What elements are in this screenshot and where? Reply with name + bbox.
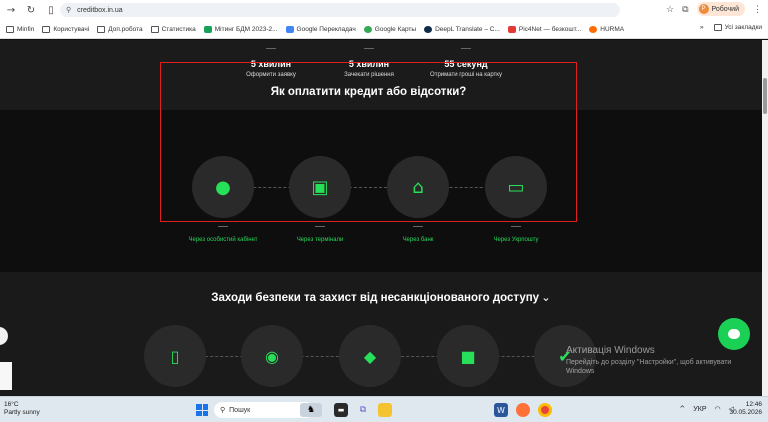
site-info-icon[interactable]: ⚲ — [66, 6, 71, 14]
user-circle-icon: ● — [215, 176, 231, 198]
wifi-icon[interactable]: ◠ — [715, 405, 721, 413]
profile-label: Робочий — [711, 5, 739, 13]
address-bar[interactable]: ⚲ creditbox.in.ua — [60, 3, 620, 17]
bookmark-users[interactable]: Користувачі — [42, 25, 89, 33]
chrome-icon[interactable] — [538, 403, 552, 417]
bookmark-deepl[interactable]: DeepL Translate – C... — [424, 25, 500, 33]
language-indicator[interactable]: УКР — [693, 406, 706, 413]
profile-button[interactable]: P Робочий — [696, 2, 745, 16]
bookmark-maps[interactable]: Google Карты — [363, 25, 416, 33]
terminal-icon: ▣ — [311, 176, 329, 198]
reload-icon[interactable]: ↻ — [24, 3, 38, 17]
translate-icon — [285, 25, 294, 33]
chat-button[interactable] — [718, 318, 750, 350]
divider — [413, 226, 423, 227]
menu-icon[interactable]: ⋮ — [753, 4, 762, 15]
security-item: ■ — [437, 325, 499, 387]
folder-icon — [97, 25, 106, 33]
bookmark-extra-work[interactable]: Доп.робота — [97, 25, 143, 33]
word-icon[interactable]: W — [494, 403, 508, 417]
start-button[interactable] — [196, 404, 208, 416]
pay-method-bank[interactable]: ⌂ — [387, 156, 449, 218]
divider — [364, 48, 374, 49]
scrollbar-thumb[interactable] — [763, 78, 767, 114]
avatar: P — [698, 4, 709, 14]
sheet-icon — [203, 25, 212, 33]
divider — [315, 226, 325, 227]
laptop-icon: ▭ — [507, 176, 525, 198]
folder-icon — [150, 25, 159, 33]
pic4net-icon — [507, 25, 516, 33]
payment-title: Як оплатити кредит або відсотки? — [270, 86, 467, 98]
bookmark-hurma[interactable]: HURMA — [589, 25, 624, 33]
system-tray: ^ УКР ◠ ◁ — [679, 405, 734, 413]
folder-icon — [6, 25, 14, 33]
windows-taskbar: 16°C Partly sunny ⚲ Пошук ♞ ▬ ⧉ W ^ УКР … — [0, 396, 768, 422]
back-icon[interactable]: → — [4, 3, 18, 17]
chevron-down-icon: ⌄ — [541, 292, 551, 304]
security-item: ▯ — [144, 325, 206, 387]
pay-method-terminal[interactable]: ▣ — [289, 156, 351, 218]
chevron-up-icon[interactable]: ^ — [679, 405, 685, 413]
divider — [511, 226, 521, 227]
pay-method-label[interactable]: Через особистий кабінет — [188, 237, 258, 244]
bookmarks-overflow-button[interactable]: » — [700, 24, 704, 31]
taskbar-search[interactable]: ⚲ Пошук — [214, 402, 314, 418]
bookmark-pic4net[interactable]: Pic4Net — безкошт... — [507, 25, 581, 33]
all-bookmarks-button[interactable]: Усі закладки — [713, 24, 762, 31]
clock[interactable]: 12:46 30.05.2026 — [729, 401, 762, 417]
deepl-icon — [424, 25, 433, 33]
bookmark-star-icon[interactable]: ☆ — [666, 4, 674, 15]
folder-icon — [42, 25, 51, 33]
url-text: creditbox.in.ua — [77, 6, 123, 14]
pay-method-label[interactable]: Через банк — [383, 237, 453, 244]
file-explorer-icon[interactable] — [378, 403, 392, 417]
diamond-icon: ◆ — [363, 346, 377, 366]
split-view-icon[interactable]: ▯ — [44, 3, 58, 17]
pay-method-ukrposhta[interactable]: ▭ — [485, 156, 547, 218]
hurma-icon — [589, 25, 598, 33]
shield-badge-icon: ◉ — [265, 346, 279, 366]
bookmark-translate[interactable]: Google Перекладач — [285, 25, 356, 33]
security-title[interactable]: Заходи безпеки та захист від несанкціоно… — [0, 290, 762, 304]
folder-icon — [713, 24, 722, 31]
firefox-icon[interactable] — [516, 403, 530, 417]
phone-lock-icon: ▯ — [170, 346, 180, 366]
pay-method-label[interactable]: Через термінали — [285, 237, 355, 244]
browser-toolbar: → ↻ ▯ ⚲ creditbox.in.ua ☆ ⧉ P Робочий ⋮ — [0, 0, 768, 20]
connector-line — [223, 187, 523, 188]
zebra-app-icon[interactable]: ♞ — [300, 403, 322, 417]
windows-activation-watermark: Активація Windows Перейдіть до розділу "… — [566, 345, 732, 375]
divider — [461, 48, 471, 49]
divider — [266, 48, 276, 49]
security-item: ◉ — [241, 325, 303, 387]
bookmarks-bar: Minfin Користувачі Доп.робота Статистика… — [0, 20, 768, 39]
bookmark-minfin[interactable]: Minfin — [6, 25, 34, 33]
recaptcha-badge[interactable] — [0, 362, 12, 390]
extensions-icon[interactable]: ⧉ — [682, 4, 688, 15]
chat-icon — [728, 329, 740, 339]
bookmark-stats[interactable]: Статистика — [150, 25, 196, 33]
pay-method-label[interactable]: Через Укрпошту — [481, 237, 551, 244]
task-view-icon[interactable]: ▬ — [334, 403, 348, 417]
bookmark-meeting[interactable]: Мітинг БДМ 2023-2... — [203, 25, 278, 33]
security-item: ◆ — [339, 325, 401, 387]
search-icon: ⚲ — [220, 406, 226, 414]
weather-widget[interactable]: 16°C Partly sunny — [4, 401, 40, 417]
bank-icon: ⌂ — [412, 176, 424, 198]
lock-icon: ■ — [460, 346, 476, 366]
pay-method-account[interactable]: ● — [192, 156, 254, 218]
map-pin-icon — [363, 25, 372, 33]
teams-icon[interactable]: ⧉ — [356, 403, 370, 417]
divider — [218, 226, 228, 227]
